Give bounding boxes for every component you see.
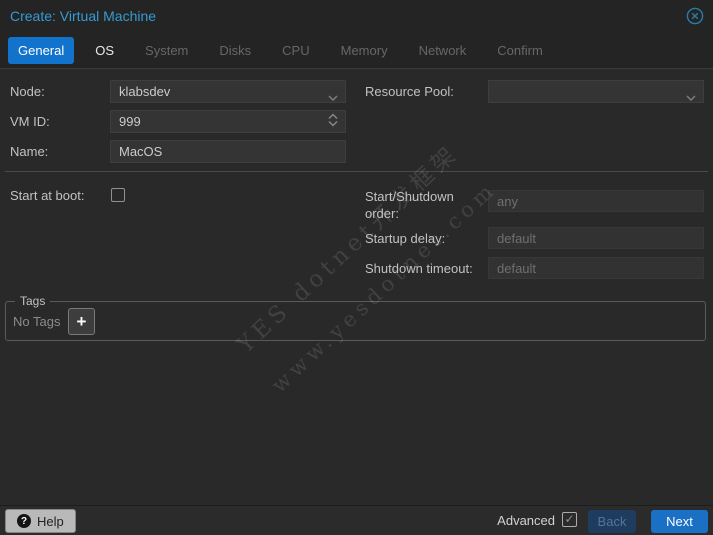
next-button[interactable]: Next: [651, 510, 708, 533]
shutdown-timeout-label: Shutdown timeout:: [365, 261, 473, 276]
shutdown-timeout-input[interactable]: [488, 257, 704, 279]
spinner-arrows-icon[interactable]: [328, 113, 338, 130]
tab-network: Network: [418, 43, 467, 58]
help-button-label: Help: [37, 513, 64, 529]
name-input[interactable]: [110, 140, 346, 163]
check-icon: ✓: [564, 512, 575, 526]
back-button: Back: [588, 510, 636, 533]
chevron-down-icon: [686, 89, 696, 104]
wizard-tab-bar: General OS System Disks CPU Memory Netwo…: [0, 33, 713, 69]
resource-pool-label: Resource Pool:: [365, 84, 454, 99]
no-tags-text: No Tags: [13, 314, 61, 329]
dialog-footer: ? Help Advanced ✓ Back Next: [0, 505, 713, 535]
start-at-boot-label: Start at boot:: [10, 188, 85, 203]
start-at-boot-checkbox[interactable]: [111, 188, 125, 202]
advanced-label: Advanced: [497, 513, 555, 528]
node-combobox[interactable]: klabsdev: [110, 80, 346, 103]
add-tag-button[interactable]: +: [68, 308, 95, 335]
node-label: Node:: [10, 84, 45, 99]
dialog-title: Create: Virtual Machine: [10, 8, 157, 24]
close-icon[interactable]: [686, 7, 704, 25]
chevron-down-icon: [328, 89, 338, 104]
advanced-checkbox[interactable]: ✓: [562, 512, 577, 527]
tab-os[interactable]: OS: [85, 37, 124, 64]
tags-legend: Tags: [15, 294, 51, 308]
plus-icon: +: [76, 311, 87, 331]
section-divider: [5, 171, 708, 172]
tags-fieldset: Tags No Tags +: [5, 294, 706, 341]
tab-memory: Memory: [340, 43, 388, 58]
startup-order-input[interactable]: [488, 190, 704, 212]
node-value: klabsdev: [119, 84, 171, 99]
vm-id-label: VM ID:: [10, 114, 50, 129]
tab-system: System: [145, 43, 189, 58]
vm-id-spinner[interactable]: [110, 110, 346, 133]
general-form: Node: klabsdev Resource Pool: VM ID: Nam…: [0, 70, 713, 505]
question-icon: ?: [17, 514, 31, 528]
startup-delay-input[interactable]: [488, 227, 704, 249]
vm-id-input[interactable]: [110, 110, 346, 133]
dialog-titlebar: Create: Virtual Machine: [0, 0, 713, 33]
tab-cpu: CPU: [282, 43, 310, 58]
startup-delay-label: Startup delay:: [365, 231, 446, 246]
resource-pool-combobox[interactable]: [488, 80, 704, 103]
tab-general[interactable]: General: [8, 37, 75, 64]
tab-confirm: Confirm: [497, 43, 543, 58]
tab-disks: Disks: [219, 43, 252, 58]
name-label: Name:: [10, 144, 49, 159]
help-button[interactable]: ? Help: [5, 509, 76, 533]
startup-order-label: Start/Shutdown order:: [365, 189, 454, 221]
